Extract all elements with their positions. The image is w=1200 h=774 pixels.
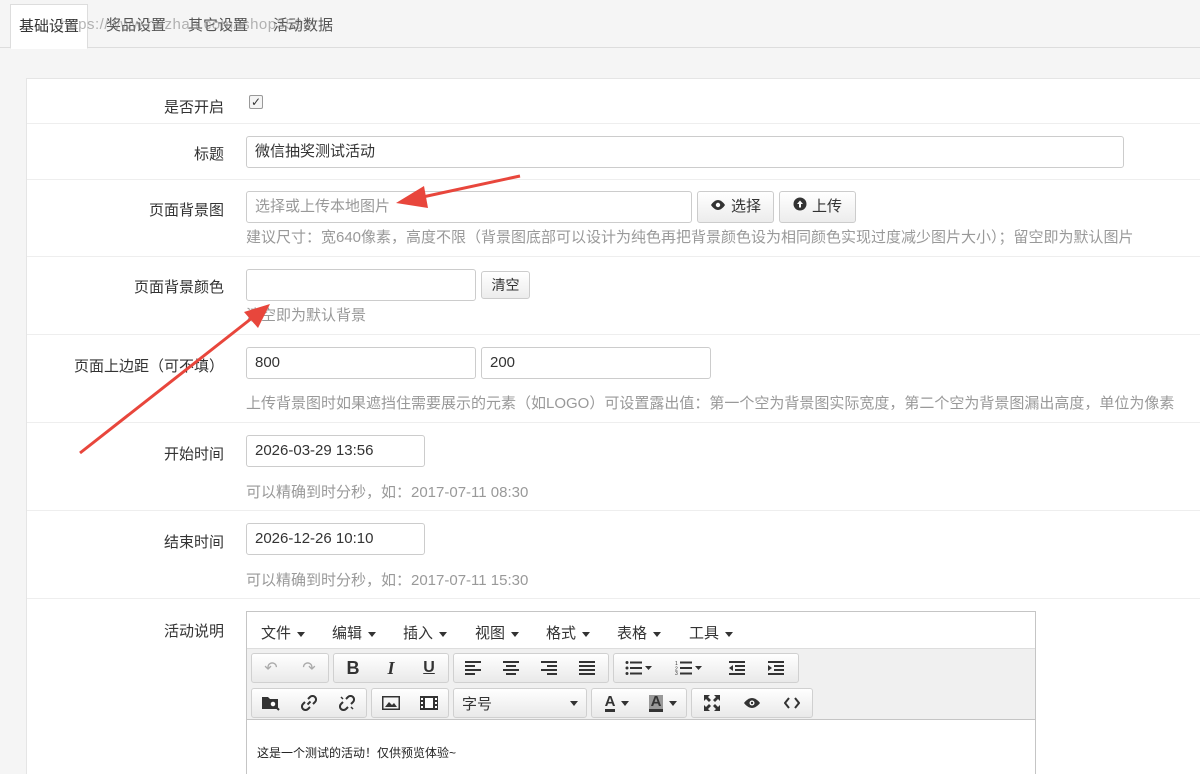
svg-text:3: 3 [675, 671, 678, 675]
upload-image-label: 上传 [811, 198, 842, 215]
preview-eye-icon[interactable] [732, 689, 772, 717]
bg-color-label: 页面背景颜色 [133, 279, 224, 296]
enable-label: 是否开启 [163, 99, 224, 116]
italic-icon[interactable]: I [372, 654, 410, 682]
bg-color-help: 清空即为默认背景 [246, 307, 367, 324]
title-label: 标题 [193, 146, 224, 163]
numbered-list-icon[interactable]: 123 [666, 654, 712, 682]
bg-image-help: 建议尺寸：宽640像素，高度不限（背景图底部可以设计为纯色再把背景颜色设为相同颜… [246, 229, 1134, 246]
font-size-select[interactable]: 字号 [453, 688, 587, 718]
view-group [691, 688, 813, 718]
watermark: https://www.huzhan.com/ishop3592 [60, 16, 312, 33]
bg-color-input[interactable] [246, 269, 476, 301]
menu-insert[interactable]: 插入 [403, 622, 448, 643]
editor-content[interactable]: 这是一个测试的活动！仅供预览体验~ [257, 744, 456, 761]
chevron-down-icon [511, 631, 520, 637]
row-start-time [27, 423, 1200, 511]
top-margin-height-input[interactable]: 200 [481, 347, 711, 379]
chevron-down-icon [725, 631, 734, 637]
upload-image-button[interactable]: 上传 [779, 191, 856, 223]
menu-format[interactable]: 格式 [546, 622, 591, 643]
top-margin-width-input[interactable]: 800 [246, 347, 476, 379]
align-left-icon[interactable] [454, 654, 492, 682]
editor-toolbar: ↶ ↷ B I U 123 字号 A A [247, 648, 1035, 720]
menu-file[interactable]: 文件 [261, 622, 306, 643]
text-color-icon[interactable]: A [594, 689, 640, 717]
outdent-icon[interactable] [718, 654, 756, 682]
source-code-icon[interactable] [772, 689, 812, 717]
fullscreen-icon[interactable] [692, 689, 732, 717]
indent-icon[interactable] [756, 654, 796, 682]
select-image-button[interactable]: 选择 [697, 191, 774, 223]
start-time-label: 开始时间 [163, 446, 224, 463]
bullet-list-icon[interactable] [616, 654, 662, 682]
end-time-label: 结束时间 [163, 534, 224, 551]
menu-table[interactable]: 表格 [617, 622, 662, 643]
video-icon[interactable] [410, 689, 448, 717]
select-image-label: 选择 [730, 198, 761, 215]
chevron-down-icon [297, 631, 306, 637]
align-justify-icon[interactable] [568, 654, 606, 682]
bold-icon[interactable]: B [334, 654, 372, 682]
align-center-icon[interactable] [492, 654, 530, 682]
top-margin-help: 上传背景图时如果遮挡住需要展示的元素（如LOGO）可设置露出值：第一个空为背景图… [246, 395, 1175, 412]
end-time-help: 可以精确到时分秒，如：2017-07-11 15:30 [246, 572, 529, 589]
color-group: A A [591, 688, 687, 718]
bg-image-label: 页面背景图 [148, 202, 224, 219]
chevron-down-icon [566, 689, 582, 717]
enable-checkbox[interactable]: ✓ [249, 95, 263, 109]
eye-icon [710, 192, 726, 222]
style-group: B I U [333, 653, 449, 683]
redo-icon[interactable]: ↷ [290, 654, 328, 682]
editor-menubar: 文件 编辑 插入 视图 格式 表格 工具 [247, 612, 1035, 648]
menu-view[interactable]: 视图 [475, 622, 520, 643]
undo-icon[interactable]: ↶ [252, 654, 290, 682]
row-end-time [27, 511, 1200, 599]
unlink-icon[interactable] [328, 689, 366, 717]
start-time-input[interactable]: 2026-03-29 13:56 [246, 435, 425, 467]
browse-files-icon[interactable] [252, 689, 290, 717]
image-icon[interactable] [372, 689, 410, 717]
menu-tools[interactable]: 工具 [689, 622, 734, 643]
font-size-label: 字号 [462, 695, 493, 713]
tab-bar: 基础设置 奖品设置 其它设置 活动数据 https://www.huzhan.c… [0, 0, 1200, 49]
link-icon[interactable] [290, 689, 328, 717]
align-group [453, 653, 609, 683]
menu-edit[interactable]: 编辑 [332, 622, 377, 643]
top-margin-label: 页面上边距（可不填） [73, 358, 224, 375]
chevron-down-icon [439, 631, 448, 637]
media-group [371, 688, 449, 718]
start-time-help: 可以精确到时分秒，如：2017-07-11 08:30 [246, 484, 529, 501]
chevron-down-icon [582, 631, 591, 637]
underline-icon[interactable]: U [410, 654, 448, 682]
link-group [251, 688, 367, 718]
chevron-down-icon [653, 631, 662, 637]
title-input[interactable]: 微信抽奖测试活动 [246, 136, 1124, 168]
align-right-icon[interactable] [530, 654, 568, 682]
description-label: 活动说明 [163, 623, 224, 640]
clear-color-button[interactable]: 清空 [481, 271, 530, 299]
upload-icon [793, 192, 807, 222]
bg-image-input[interactable]: 选择或上传本地图片 [246, 191, 692, 223]
background-color-icon[interactable]: A [640, 689, 686, 717]
list-group: 123 [613, 653, 799, 683]
chevron-down-icon [368, 631, 377, 637]
history-group: ↶ ↷ [251, 653, 329, 683]
rich-text-editor: 文件 编辑 插入 视图 格式 表格 工具 ↶ ↷ B I U 1 2 3 字号 … [246, 611, 1036, 774]
end-time-input[interactable]: 2026-12-26 10:10 [246, 523, 425, 555]
